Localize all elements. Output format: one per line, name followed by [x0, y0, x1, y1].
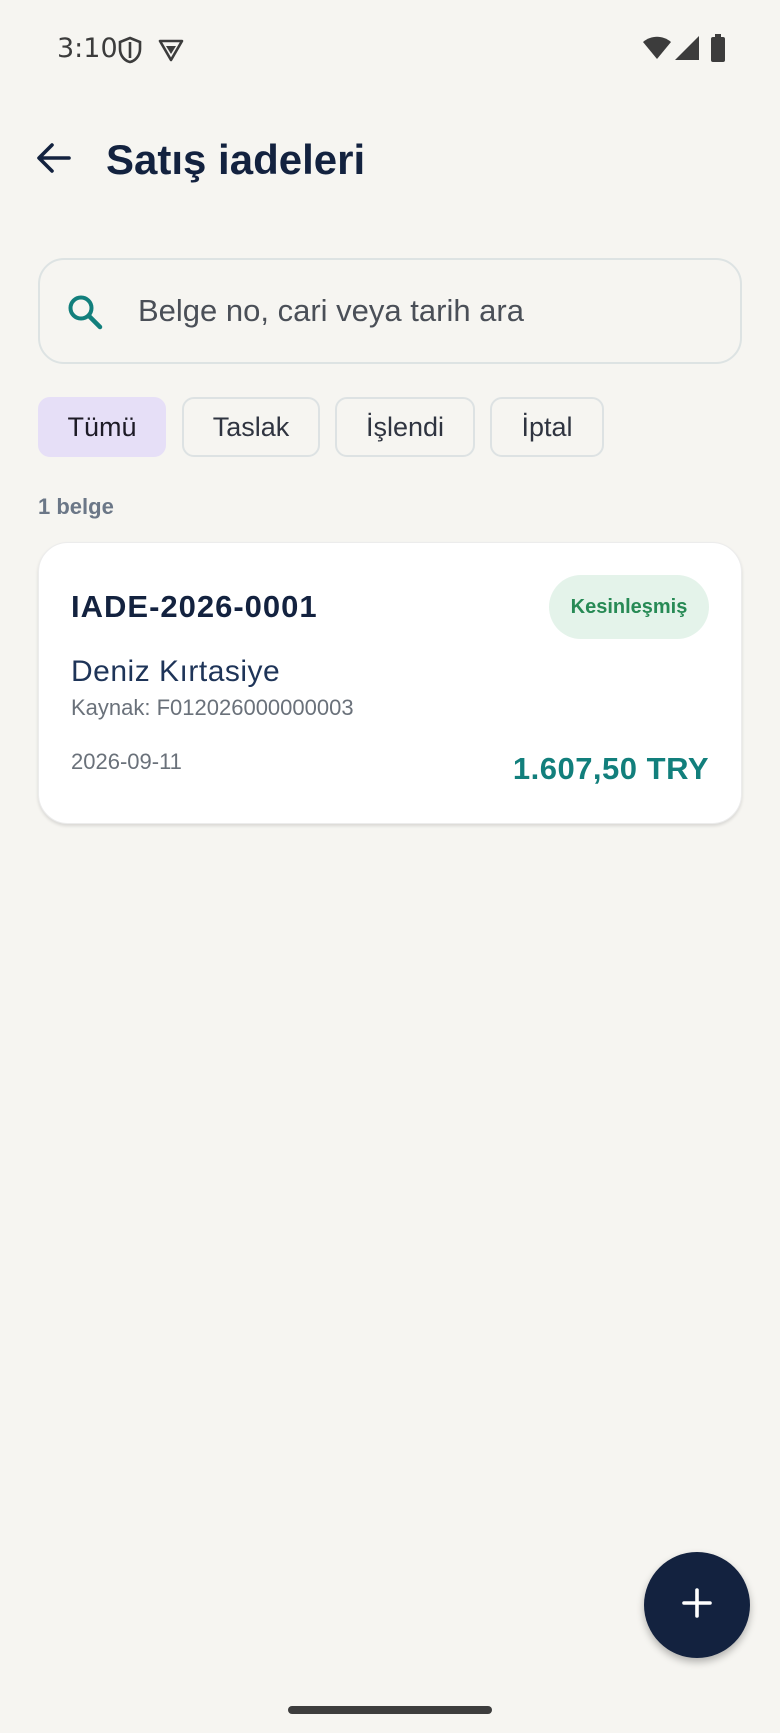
home-indicator[interactable] — [288, 1706, 492, 1714]
signal-icon — [674, 36, 700, 65]
chip-label: Taslak — [212, 411, 290, 442]
search-icon — [66, 293, 104, 336]
document-count: 1 belge — [38, 494, 114, 519]
plus-icon — [682, 1587, 712, 1623]
filter-chip-processed[interactable]: İşlendi — [335, 397, 475, 457]
chip-label: İşlendi — [365, 411, 445, 442]
chip-label: İptal — [521, 411, 573, 442]
document-amount: 1.607,50 TRY — [512, 751, 709, 786]
document-number: IADE-2026-0001 — [71, 589, 318, 624]
chip-label: Tümü — [67, 411, 137, 442]
status-time: 3:10 — [57, 33, 118, 64]
shield-icon — [118, 36, 142, 69]
filter-chip-cancelled[interactable]: İptal — [490, 397, 604, 457]
filter-chip-draft[interactable]: Taslak — [182, 397, 320, 457]
battery-icon — [710, 34, 726, 67]
status-badge: Kesinleşmiş — [549, 575, 709, 639]
return-card[interactable]: IADE-2026-0001 Kesinleşmiş Deniz Kırtasi… — [38, 542, 742, 824]
filter-chip-all[interactable]: Tümü — [38, 397, 166, 457]
page-title: Satış iadeleri — [106, 136, 366, 183]
status-bar: 3:10 — [0, 0, 780, 100]
search-bar[interactable] — [38, 258, 742, 364]
search-input[interactable] — [138, 262, 718, 360]
source-document: Kaynak: F012026000000003 — [71, 695, 354, 720]
arrow-left-icon — [36, 142, 72, 179]
vpn-icon — [158, 38, 184, 67]
wifi-icon — [642, 36, 672, 65]
app-bar: Satış iadeleri — [0, 110, 780, 210]
add-return-button[interactable] — [644, 1552, 750, 1658]
customer-name: Deniz Kırtasiye — [71, 655, 281, 688]
document-date: 2026-09-11 — [71, 749, 182, 774]
back-button[interactable] — [28, 134, 80, 186]
